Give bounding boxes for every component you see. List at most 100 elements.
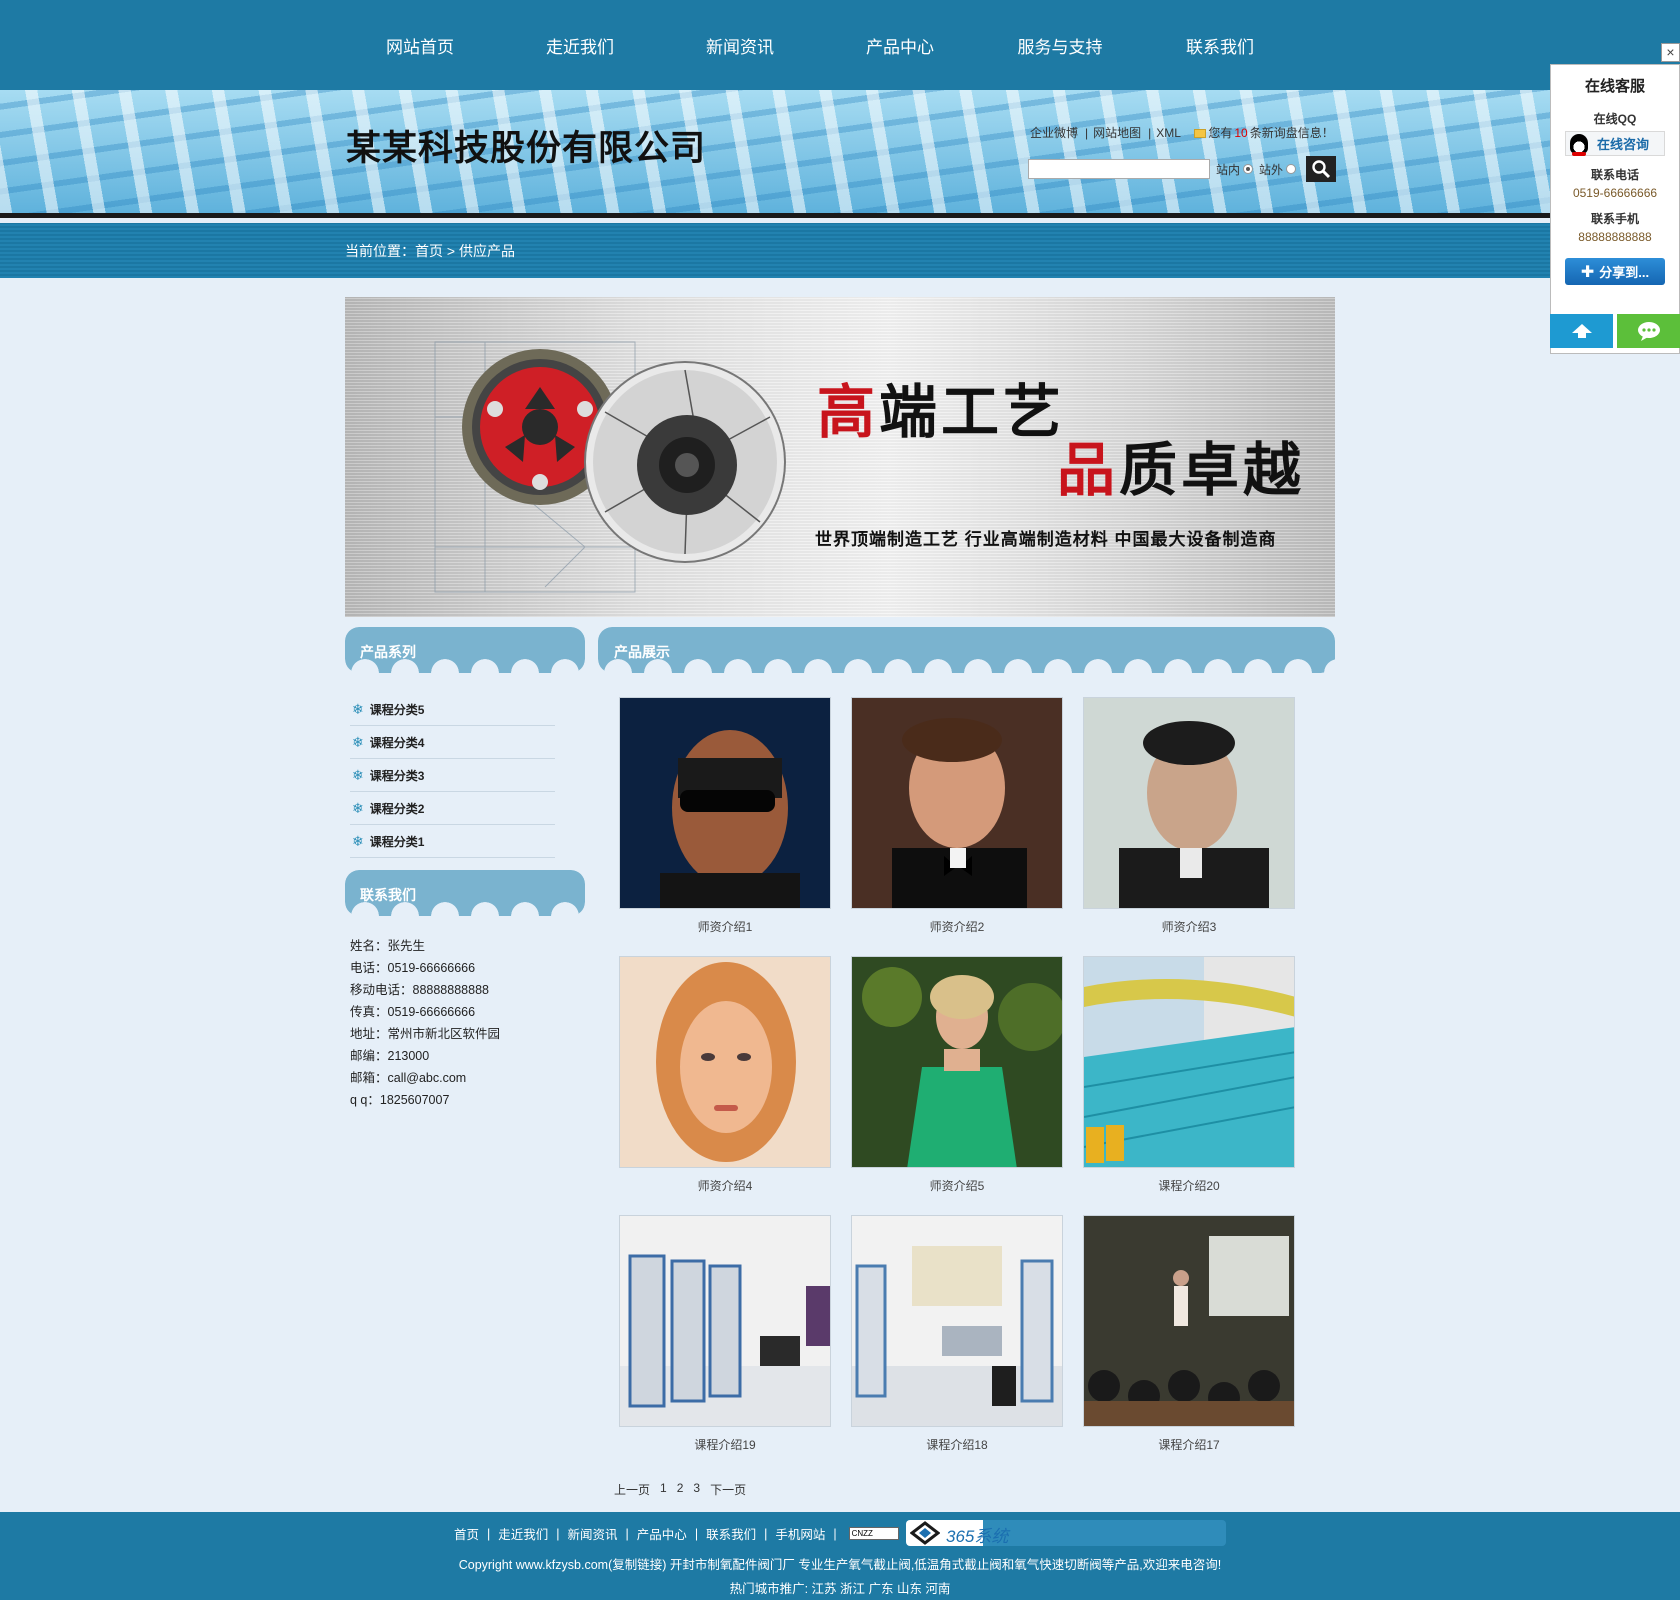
footer-link-mobile[interactable]: 手机网站 [775, 1524, 825, 1543]
product-card[interactable]: 师资介绍2 [851, 697, 1063, 935]
page-link-3[interactable]: 3 [693, 1481, 700, 1498]
sitemap-link[interactable]: 网站地图 [1093, 126, 1141, 140]
product-image[interactable] [619, 1215, 831, 1427]
close-icon[interactable]: × [1661, 43, 1680, 62]
page-link-1[interactable]: 1 [660, 1481, 667, 1498]
banner-headline-2: 品质卓越 [1057, 436, 1306, 504]
contact-fax: 传真：0519-66666666 [350, 1005, 476, 1019]
product-caption[interactable]: 师资介绍4 [619, 1177, 831, 1194]
nav-item-about[interactable]: 走近我们 [500, 0, 660, 90]
contact-zip: 邮编：213000 [350, 1049, 430, 1063]
mail-icon [1194, 129, 1207, 138]
prev-page-link[interactable]: 上一页 [614, 1481, 650, 1498]
copyright: Copyright www.kfzysb.com(复制链接) 开封市制氧配件阀门… [458, 1558, 1222, 1572]
product-image[interactable] [619, 697, 831, 909]
mobile-label: 联系手机 [1590, 212, 1639, 226]
product-caption[interactable]: 课程介绍17 [1083, 1436, 1295, 1453]
nav-item-news[interactable]: 新闻资讯 [660, 0, 820, 90]
inquiry-count[interactable]: 10 [1234, 126, 1247, 140]
product-image[interactable] [851, 697, 1063, 909]
search-input[interactable] [1028, 159, 1210, 179]
footer: 首页 | 走近我们 | 新闻资讯 | 产品中心 | 联系我们 | 手机网站 | CNZZ 3… [0, 1512, 1680, 1600]
phone-value: 0519-66666666 [1572, 186, 1658, 200]
product-caption[interactable]: 课程介绍18 [851, 1436, 1063, 1453]
product-image[interactable] [851, 1215, 1063, 1427]
nav-item-home[interactable]: 网站首页 [340, 0, 500, 90]
product-image[interactable] [1083, 697, 1295, 909]
hero-banner: 高端工艺 品质卓越 世界顶端制造工艺 行业高端制造材料 中国最大设备制造商 [345, 297, 1335, 617]
product-caption[interactable]: 师资介绍1 [619, 918, 831, 935]
product-caption[interactable]: 课程介绍20 [1083, 1177, 1295, 1194]
contact-title: 联系我们 [360, 887, 416, 903]
banner-headline-1: 高端工艺 [817, 378, 1066, 446]
footer-links: 首页 | 走近我们 | 新闻资讯 | 产品中心 | 联系我们 | 手机网站 | CNZZ [454, 1524, 899, 1543]
nav-item-products[interactable]: 产品中心 [820, 0, 980, 90]
search-bar: 站内 站外 [1028, 156, 1337, 182]
category-item[interactable]: ❄ 课程分类4 [350, 726, 555, 759]
product-image[interactable] [619, 956, 831, 1168]
phone-label: 联系电话 [1590, 168, 1639, 182]
footer-link-contact[interactable]: 联系我们 [706, 1524, 756, 1543]
product-image[interactable] [1083, 956, 1295, 1168]
xml-link[interactable]: XML [1156, 126, 1181, 140]
product-card[interactable]: 师资介绍4 [619, 956, 831, 1194]
weibo-link[interactable]: 企业微博 [1030, 126, 1078, 140]
contact-address: 地址：常州市新北区软件园 [350, 1027, 501, 1041]
widget-title: 在线客服 [1584, 78, 1645, 95]
breadcrumb: 当前位置：首页 > 供应产品 [345, 243, 515, 259]
category-item[interactable]: ❄ 课程分类1 [350, 825, 555, 858]
search-icon [1312, 160, 1331, 179]
top-navigation: 网站首页 走近我们 新闻资讯 产品中心 服务与支持 联系我们 [0, 0, 1680, 90]
nav-item-service[interactable]: 服务与支持 [980, 0, 1140, 90]
product-caption[interactable]: 课程介绍19 [619, 1436, 831, 1453]
product-caption[interactable]: 师资介绍5 [851, 1177, 1063, 1194]
back-to-top-button[interactable] [1550, 314, 1613, 348]
share-button[interactable]: ✚ 分享到... [1565, 258, 1665, 285]
inquiry-suffix[interactable]: 条新询盘信息！ [1250, 126, 1334, 140]
qq-consult-button[interactable]: 在线咨询 [1565, 131, 1665, 156]
category-item[interactable]: ❄ 课程分类5 [350, 693, 555, 726]
radio-icon [1243, 164, 1254, 174]
snowflake-icon: ❄ [352, 766, 364, 783]
radio-icon [1286, 164, 1297, 174]
footer-link-news[interactable]: 新闻资讯 [568, 1524, 618, 1543]
product-image[interactable] [1083, 1215, 1295, 1427]
footer-link-about[interactable]: 走近我们 [498, 1524, 548, 1543]
chat-button[interactable] [1617, 314, 1680, 348]
contact-info: 姓名：张先生 电话：0519-66666666 移动电话：88888888888… [350, 935, 500, 1111]
search-button[interactable] [1306, 156, 1337, 182]
product-card[interactable]: 课程介绍20 [1083, 956, 1295, 1194]
chat-bubble-icon [1637, 322, 1660, 341]
product-caption[interactable]: 师资介绍3 [1083, 918, 1295, 935]
page-link-2[interactable]: 2 [677, 1481, 684, 1498]
product-card[interactable]: 课程介绍18 [851, 1215, 1063, 1453]
footer-link-products[interactable]: 产品中心 [637, 1524, 687, 1543]
snowflake-icon: ❄ [352, 700, 364, 717]
product-card[interactable]: 课程介绍17 [1083, 1215, 1295, 1453]
radio-site-out[interactable]: 站外 [1259, 161, 1297, 178]
footer-link-home[interactable]: 首页 [454, 1524, 479, 1543]
badge-365[interactable]: 365系统 [906, 1520, 1226, 1546]
product-caption[interactable]: 师资介绍2 [851, 918, 1063, 935]
share-label: 分享到... [1599, 265, 1650, 280]
hot-cities: 热门城市推广: 江苏 浙江 广东 山东 河南 [729, 1582, 951, 1596]
product-card[interactable]: 师资介绍5 [851, 956, 1063, 1194]
nav-item-contact[interactable]: 联系我们 [1140, 0, 1300, 90]
next-page-link[interactable]: 下一页 [710, 1481, 746, 1498]
header-banner: 某某科技股份有限公司 企业微博 | 网站地图 | XML 您有 10 条新询盘信息！ 站内 … [0, 90, 1680, 218]
radio-site-in[interactable]: 站内 [1216, 161, 1254, 178]
cnzz-badge[interactable]: CNZZ [848, 1527, 899, 1540]
header-links: 企业微博 | 网站地图 | XML 您有 10 条新询盘信息！ [1030, 126, 1334, 140]
product-card[interactable]: 师资介绍3 [1083, 697, 1295, 935]
category-list: ❄ 课程分类5 ❄ 课程分类4 ❄ 课程分类3 ❄ 课程分类2 ❄ 课程分类1 [350, 693, 555, 858]
product-card[interactable]: 师资介绍1 [619, 697, 831, 935]
contact-qq: q q：1825607007 [350, 1093, 450, 1107]
contact-name: 姓名：张先生 [350, 939, 426, 953]
product-image[interactable] [851, 956, 1063, 1168]
inquiry-prefix[interactable]: 您有 [1208, 126, 1232, 140]
snowflake-icon: ❄ [352, 733, 364, 750]
category-item[interactable]: ❄ 课程分类2 [350, 792, 555, 825]
product-card[interactable]: 课程介绍19 [619, 1215, 831, 1453]
category-item[interactable]: ❄ 课程分类3 [350, 759, 555, 792]
nav-items: 网站首页 走近我们 新闻资讯 产品中心 服务与支持 联系我们 [340, 0, 1340, 90]
